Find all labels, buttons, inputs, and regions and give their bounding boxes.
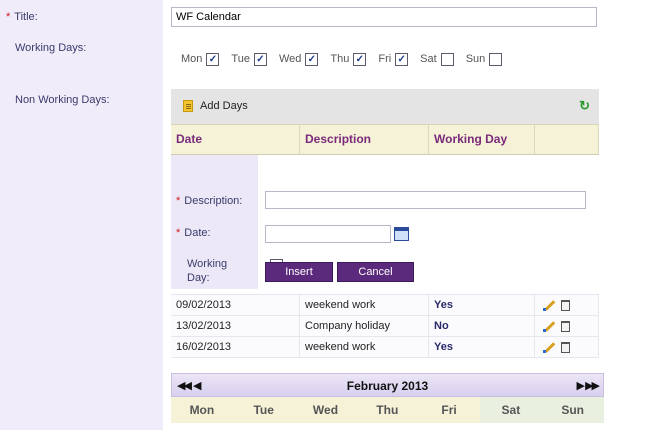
table-header: Date Description Working Day [171,124,599,155]
column-header-working-day[interactable]: Working Day [429,125,535,154]
non-working-days-table: 09/02/2013 weekend work Yes 13/02/2013 C… [171,294,599,358]
trash-icon[interactable] [561,299,570,311]
next-year-icon[interactable]: ▶▶ [585,379,600,392]
add-days-link[interactable]: Add Days [200,100,248,112]
non-working-days-panel: Add Days ↻ Date Description Working Day … [171,89,599,358]
pencil-icon[interactable] [543,320,555,332]
working-day-thu[interactable]: Thu ✓ [330,52,367,66]
calendar-weekday-header: Mon Tue Wed Thu Fri Sat Sun [171,397,604,423]
description-input[interactable] [265,191,586,209]
refresh-icon[interactable]: ↻ [579,98,590,114]
working-day-sun[interactable]: Sun [466,52,503,66]
column-header-actions [535,125,599,154]
trash-icon[interactable] [561,320,570,332]
title-input[interactable]: WF Calendar [171,7,597,27]
table-row[interactable]: 09/02/2013 weekend work Yes [171,294,599,316]
column-header-date[interactable]: Date [171,125,300,154]
working-day-wed[interactable]: Wed ✓ [279,52,319,66]
working-day-tue[interactable]: Tue ✓ [231,52,267,66]
working-day-mon[interactable]: Mon ✓ [181,52,220,66]
working-day-sat[interactable]: Sat [420,52,454,66]
checkbox-thu[interactable]: ✓ [353,52,367,66]
document-icon[interactable] [183,100,193,112]
table-row[interactable]: 16/02/2013 weekend work Yes [171,337,599,358]
working-days-label: Working Days: [15,42,87,54]
working-day-label: Working Day: [187,258,228,284]
working-days-checkboxes: Mon ✓ Tue ✓ Wed ✓ Thu ✓ Fri ✓ Sat Sun [181,51,514,67]
insert-button[interactable]: Insert [265,262,333,282]
checkbox-mon[interactable]: ✓ [206,52,220,66]
pencil-icon[interactable] [543,299,555,311]
description-label: * Description: [176,195,243,207]
cancel-button[interactable]: Cancel [337,262,414,282]
label-column [0,0,163,430]
table-row[interactable]: 13/02/2013 Company holiday No [171,316,599,337]
checkbox-tue[interactable]: ✓ [253,52,267,66]
title-label: * Title: [6,11,38,23]
calendar-header: ◀◀ ◀ February 2013 ▶ ▶▶ [171,373,604,397]
date-label: * Date: [176,227,211,239]
calendar: ◀◀ ◀ February 2013 ▶ ▶▶ Mon Tue Wed Thu … [171,373,604,423]
checkbox-sun[interactable] [489,52,503,66]
trash-icon[interactable] [561,341,570,353]
checkbox-fri[interactable]: ✓ [395,52,409,66]
non-working-days-label: Non Working Days: [15,94,110,106]
pencil-icon[interactable] [543,341,555,353]
column-header-description[interactable]: Description [300,125,429,154]
next-month-icon[interactable]: ▶ [577,379,586,392]
calendar-icon[interactable] [394,227,409,241]
date-input[interactable] [265,225,391,243]
checkbox-wed[interactable]: ✓ [305,52,319,66]
working-day-fri[interactable]: Fri ✓ [378,52,409,66]
calendar-month-title: February 2013 [346,379,429,393]
add-days-bar: Add Days ↻ [171,89,599,124]
checkbox-sat[interactable] [440,52,454,66]
